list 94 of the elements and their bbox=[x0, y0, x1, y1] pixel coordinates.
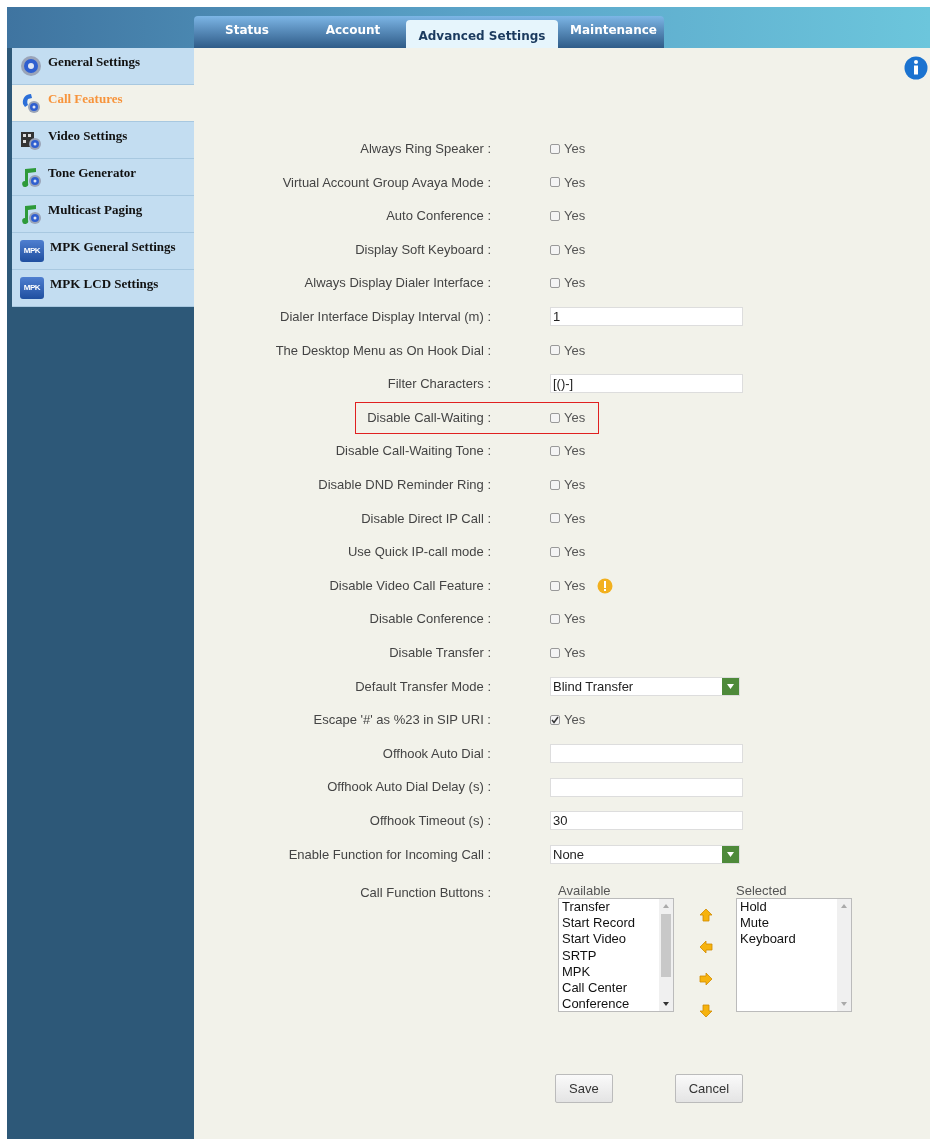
option-label: Yes bbox=[564, 643, 586, 662]
input-field[interactable] bbox=[550, 777, 743, 797]
tab[interactable]: Maintenance bbox=[558, 20, 664, 48]
selected-list[interactable]: Hold Mute Keyboard bbox=[736, 898, 852, 1013]
scrollbar-icon bbox=[659, 899, 673, 1012]
option-label: Yes bbox=[564, 711, 586, 730]
info-icon[interactable] bbox=[904, 56, 928, 80]
option-label: Yes bbox=[564, 442, 586, 461]
scrollbar-icon bbox=[837, 899, 851, 1012]
arrow-down-icon[interactable] bbox=[699, 1004, 713, 1019]
field-label: Default Transfer Mode : bbox=[354, 677, 491, 696]
music-note-icon bbox=[20, 166, 42, 188]
list-option[interactable]: Transfer bbox=[562, 899, 659, 916]
field-label: Disable DND Reminder Ring : bbox=[317, 476, 491, 494]
phone-icon bbox=[20, 92, 42, 114]
field-label: Always Ring Speaker : bbox=[359, 140, 491, 159]
dropdown-field[interactable]: None bbox=[550, 844, 740, 864]
input-field[interactable]: [()-] bbox=[550, 374, 743, 394]
option-label: Yes bbox=[564, 408, 586, 427]
checkbox[interactable] bbox=[550, 244, 560, 255]
option-label: Yes bbox=[564, 341, 586, 360]
field-label: Display Soft Keyboard : bbox=[354, 240, 491, 259]
option-label: Yes bbox=[564, 509, 586, 528]
tab[interactable]: Advanced Settings bbox=[406, 20, 558, 48]
list-option[interactable]: Call Center bbox=[562, 980, 659, 997]
checkbox[interactable] bbox=[550, 546, 560, 557]
field-label: Disable Direct IP Call : bbox=[360, 509, 491, 528]
arrow-up-icon[interactable] bbox=[699, 908, 713, 923]
field-label: Disable Call-Waiting : bbox=[366, 408, 491, 427]
list-option[interactable]: Keyboard bbox=[740, 931, 837, 948]
input-field[interactable]: 1 bbox=[550, 307, 743, 327]
cancel-button[interactable]: Cancel bbox=[674, 1074, 744, 1104]
field-label: Use Quick IP-call mode : bbox=[346, 543, 491, 562]
list-option[interactable]: Start Record bbox=[562, 915, 659, 932]
checkbox[interactable] bbox=[550, 412, 560, 423]
checkbox[interactable] bbox=[550, 580, 560, 591]
option-label: Yes bbox=[564, 173, 586, 192]
field-label: Offhook Timeout (s) : bbox=[368, 811, 491, 830]
field-label: Enable Function for Incoming Call : bbox=[287, 845, 491, 864]
checkbox[interactable] bbox=[550, 143, 560, 154]
field-label: Disable Video Call Feature : bbox=[328, 576, 491, 595]
input-field[interactable]: 30 bbox=[550, 811, 743, 831]
list-option[interactable]: SRTP bbox=[562, 947, 659, 964]
field-label: Disable Conference : bbox=[368, 610, 491, 629]
field-label: Call Function Buttons : bbox=[359, 884, 491, 903]
field-label: Offhook Auto Dial Delay (s) : bbox=[326, 778, 491, 797]
option-label: Yes bbox=[564, 576, 586, 595]
mpk-icon: MPK bbox=[20, 277, 44, 299]
arrow-left-icon[interactable] bbox=[699, 940, 713, 955]
save-button[interactable]: Save bbox=[555, 1074, 613, 1104]
input-field[interactable] bbox=[550, 744, 743, 763]
list-option[interactable]: Hold bbox=[740, 899, 837, 916]
field-label: Auto Conference : bbox=[385, 207, 491, 226]
checkbox[interactable] bbox=[550, 278, 560, 289]
field-label: Filter Characters : bbox=[386, 375, 491, 394]
checkbox[interactable] bbox=[550, 614, 560, 625]
checkbox[interactable] bbox=[550, 479, 560, 490]
list-option[interactable]: MPK bbox=[562, 963, 659, 981]
film-icon bbox=[20, 129, 42, 151]
list-title: Selected bbox=[736, 884, 788, 899]
field-label: Always Display Dialer Interface : bbox=[303, 274, 491, 293]
option-label: Yes bbox=[564, 207, 586, 226]
field-label: Escape '#' as %23 in SIP URI : bbox=[312, 711, 491, 730]
checkbox[interactable] bbox=[550, 345, 560, 356]
field-label: Dialer Interface Display Interval (m) : bbox=[279, 308, 491, 326]
available-list[interactable]: Transfer Start Record Start Video SRTP MPK Call Center Conference bbox=[558, 898, 674, 1013]
option-label: Yes bbox=[564, 140, 586, 159]
option-label: Yes bbox=[564, 543, 586, 562]
music-note-icon bbox=[20, 203, 42, 225]
tab[interactable]: Account bbox=[300, 20, 406, 48]
option-label: Yes bbox=[564, 476, 586, 494]
list-title: Available bbox=[558, 884, 612, 899]
checkbox[interactable] bbox=[550, 647, 560, 658]
field-label: Offhook Auto Dial : bbox=[381, 744, 491, 763]
field-label: The Desktop Menu as On Hook Dial : bbox=[274, 341, 491, 360]
option-label: Yes bbox=[564, 610, 586, 629]
checkbox[interactable] bbox=[550, 211, 560, 221]
tab[interactable]: Status bbox=[194, 20, 300, 48]
field-label: Disable Call-Waiting Tone : bbox=[334, 442, 491, 461]
checkbox[interactable] bbox=[550, 714, 560, 725]
option-label: Yes bbox=[564, 240, 586, 259]
field-label: Disable Transfer : bbox=[388, 643, 491, 662]
field-label: Virtual Account Group Avaya Mode : bbox=[281, 173, 491, 192]
gear-icon bbox=[20, 55, 42, 77]
mpk-icon: MPK bbox=[20, 240, 44, 262]
checkbox[interactable] bbox=[550, 177, 560, 188]
checkbox[interactable] bbox=[550, 446, 560, 457]
arrow-right-icon[interactable] bbox=[699, 972, 713, 987]
option-label: Yes bbox=[564, 274, 586, 293]
checkbox[interactable] bbox=[550, 513, 560, 524]
list-option[interactable]: Start Video bbox=[562, 931, 659, 948]
list-option[interactable]: Conference bbox=[562, 996, 659, 1012]
list-option[interactable]: Mute bbox=[740, 915, 837, 932]
dropdown-field[interactable]: Blind Transfer bbox=[550, 676, 740, 696]
